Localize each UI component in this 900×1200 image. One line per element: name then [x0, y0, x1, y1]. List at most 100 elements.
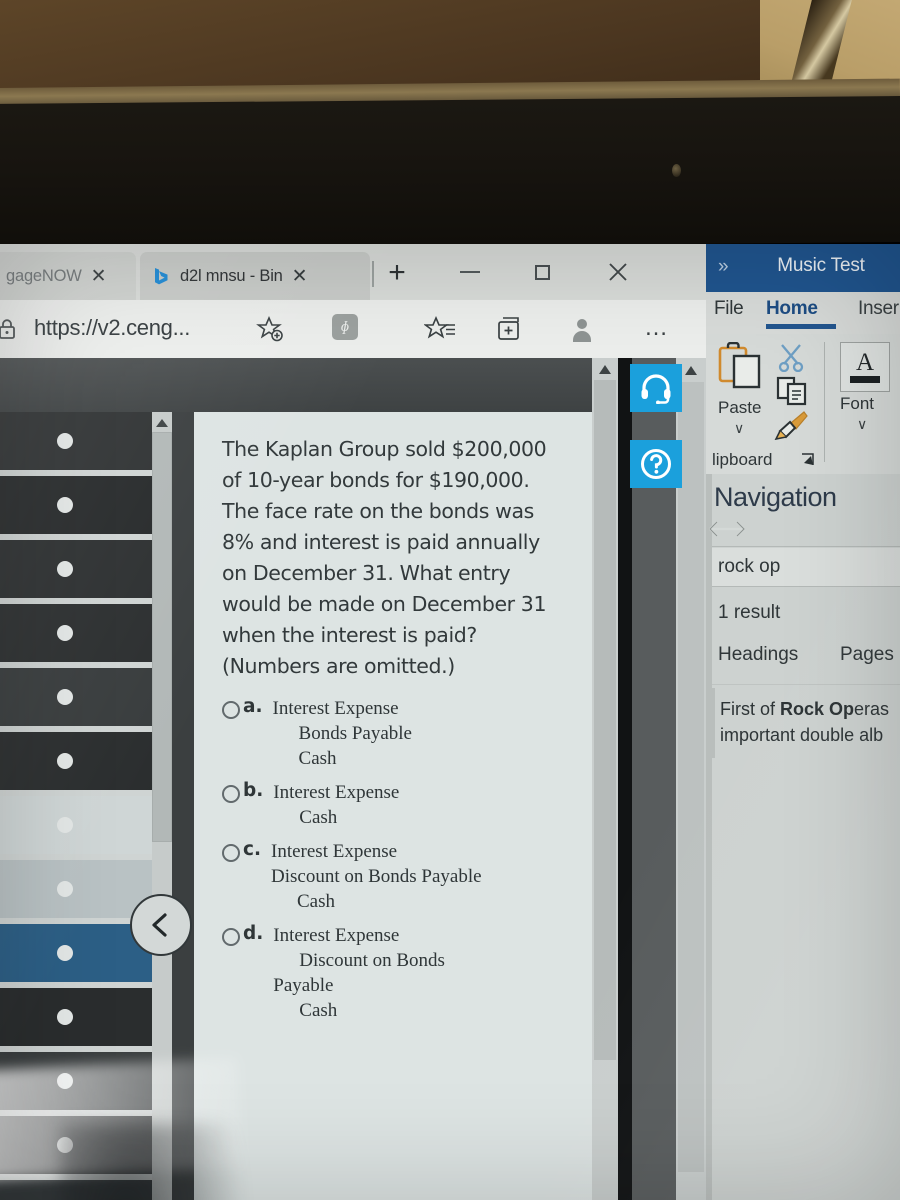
question-status-dot	[57, 497, 73, 513]
question-navigator-row[interactable]	[0, 1052, 152, 1116]
font-a-icon[interactable]: A	[840, 342, 890, 392]
answer-option-d[interactable]: d. Interest Expense Discount on Bonds Payab…	[222, 923, 568, 1023]
question-navigator-row[interactable]	[0, 1180, 152, 1200]
tab-title-d2l-mnsu: d2l mnsu - Bin	[180, 266, 283, 285]
radio-button-a[interactable]	[222, 701, 240, 719]
question-navigator-rail[interactable]	[0, 412, 152, 1200]
navigation-search-input[interactable]: rock op	[712, 548, 900, 586]
question-status-dot	[57, 433, 73, 449]
support-headset-button[interactable]	[630, 364, 682, 412]
word-ribbon-tabs: File Home Inser	[706, 292, 900, 334]
navigator-scrollbar[interactable]	[152, 412, 172, 1200]
browser-tab-strip: gageNOW ✕ d2l mnsu - Bin ✕ +	[0, 244, 706, 300]
browser-tab-cengagenow[interactable]: gageNOW ✕	[0, 252, 136, 300]
paste-chevron-down-icon[interactable]: ∨	[734, 420, 744, 437]
laptop-screen-bezel	[0, 95, 900, 250]
navigation-search-value: rock op	[718, 556, 781, 577]
favorites-list-icon[interactable]	[423, 314, 458, 344]
navigation-search-result-item[interactable]: First of Rock Operas important double al…	[720, 696, 900, 748]
journal-entry-line: Cash	[297, 891, 335, 912]
browser-tab-d2l-mnsu[interactable]: d2l mnsu - Bin ✕	[140, 252, 370, 300]
question-navigator-row[interactable]	[0, 668, 152, 732]
browser-scroll-up-arrow-icon[interactable]	[683, 364, 699, 377]
ribbon-tab-home[interactable]: Home	[766, 298, 818, 320]
question-navigator-row[interactable]	[0, 796, 152, 860]
resize-horizontal-arrow-icon[interactable]	[708, 518, 746, 540]
journal-entry-line: Discount on Bonds Payable	[271, 866, 482, 887]
page-scroll-thumb[interactable]	[594, 380, 616, 1060]
minimize-button[interactable]	[446, 252, 494, 292]
headset-icon	[641, 374, 671, 404]
clipboard-group-label: lipboard	[712, 450, 773, 469]
collections-icon[interactable]	[494, 314, 528, 344]
more-options-icon[interactable]: …	[644, 314, 678, 344]
answer-option-a[interactable]: a. Interest Expense Bonds Payable Cash	[222, 696, 568, 771]
navigation-tab-pages[interactable]: Pages	[840, 644, 894, 666]
address-bar-url[interactable]: https://v2.ceng...	[34, 315, 190, 341]
extension-icon[interactable]: ɸ	[332, 314, 366, 344]
maximize-button[interactable]	[518, 252, 566, 292]
radio-button-c[interactable]	[222, 844, 240, 862]
tab-close-icon-cengagenow[interactable]: ✕	[91, 267, 107, 286]
profile-avatar-icon[interactable]	[568, 314, 602, 344]
active-tab-underline	[766, 324, 836, 329]
page-scroll-up-arrow-icon[interactable]	[597, 363, 613, 376]
radio-button-d[interactable]	[222, 928, 240, 946]
question-status-dot	[57, 1009, 73, 1025]
bing-favicon-icon	[151, 266, 171, 286]
add-favorite-star-icon[interactable]	[256, 314, 290, 344]
option-letter: b.	[243, 780, 264, 801]
question-status-dot	[57, 945, 73, 961]
close-button[interactable]	[594, 252, 642, 292]
navigation-tab-headings[interactable]: Headings	[718, 644, 798, 666]
question-navigator-row[interactable]	[0, 1116, 152, 1180]
result-item-marker	[712, 688, 715, 758]
ribbon-tab-insert[interactable]: Inser	[858, 298, 899, 320]
navigation-pane-title: Navigation	[714, 482, 837, 512]
copy-pages-icon[interactable]	[776, 374, 808, 406]
format-painter-brush-icon[interactable]	[774, 410, 808, 441]
result-highlight: Rock Op	[780, 699, 855, 719]
navigation-pane-tabs: Headings Pages	[706, 644, 900, 678]
tab-close-icon-d2l-mnsu[interactable]: ✕	[292, 267, 308, 286]
question-navigator-row[interactable]	[0, 604, 152, 668]
font-chevron-down-icon[interactable]: ∨	[857, 416, 867, 433]
page-scrollbar[interactable]	[592, 358, 618, 1200]
question-navigator-row[interactable]	[0, 924, 152, 988]
option-journal-entry: Interest Expense Bonds Payable Cash	[273, 696, 412, 771]
help-button[interactable]	[630, 440, 682, 488]
word-title-bar: » Music Test	[706, 244, 900, 292]
question-navigator-row[interactable]	[0, 732, 152, 796]
close-icon	[609, 263, 627, 281]
navigator-scroll-thumb[interactable]	[152, 432, 172, 842]
panel-divider	[172, 412, 194, 1200]
collapse-navigator-button[interactable]	[130, 894, 192, 956]
dialog-launcher-icon[interactable]	[800, 452, 816, 468]
ribbon-tab-file[interactable]: File	[714, 298, 744, 320]
answer-options-list: a. Interest Expense Bonds Payable Cash b. Int…	[222, 696, 568, 1023]
paste-clipboard-icon[interactable]	[718, 341, 768, 398]
radio-button-b[interactable]	[222, 785, 240, 803]
question-navigator-row[interactable]	[0, 476, 152, 540]
answer-option-b[interactable]: b. Interest Expense Cash	[222, 780, 568, 830]
journal-entry-line: Cash	[299, 1000, 338, 1021]
browser-scroll-thumb[interactable]	[678, 382, 704, 1172]
lock-icon	[0, 315, 20, 343]
scissors-cut-icon[interactable]	[776, 342, 806, 373]
question-mark-icon	[641, 449, 671, 479]
question-navigator-row[interactable]	[0, 540, 152, 604]
answer-option-c[interactable]: c. Interest Expense Discount on Bonds Paya…	[222, 839, 568, 914]
font-group: A Font ∨	[830, 336, 900, 474]
word-window: » Music Test File Home Inser Paste ∨ lip…	[706, 244, 900, 1200]
question-navigator-row[interactable]	[0, 860, 152, 924]
question-navigator-row[interactable]	[0, 412, 152, 476]
option-journal-entry: Interest Expense Discount on Bonds Payable…	[273, 923, 445, 1023]
new-tab-button[interactable]: +	[382, 258, 412, 290]
question-navigator-row[interactable]	[0, 988, 152, 1052]
extension-glyph: ɸ	[332, 314, 358, 340]
font-color-bar	[850, 376, 880, 383]
scroll-up-arrow-icon[interactable]	[154, 416, 170, 430]
navigation-pane: Navigation rock op 1 result Headings Pag…	[706, 474, 900, 1200]
font-a-glyph: A	[855, 349, 875, 376]
navigation-pane-rule-mid	[712, 586, 900, 587]
